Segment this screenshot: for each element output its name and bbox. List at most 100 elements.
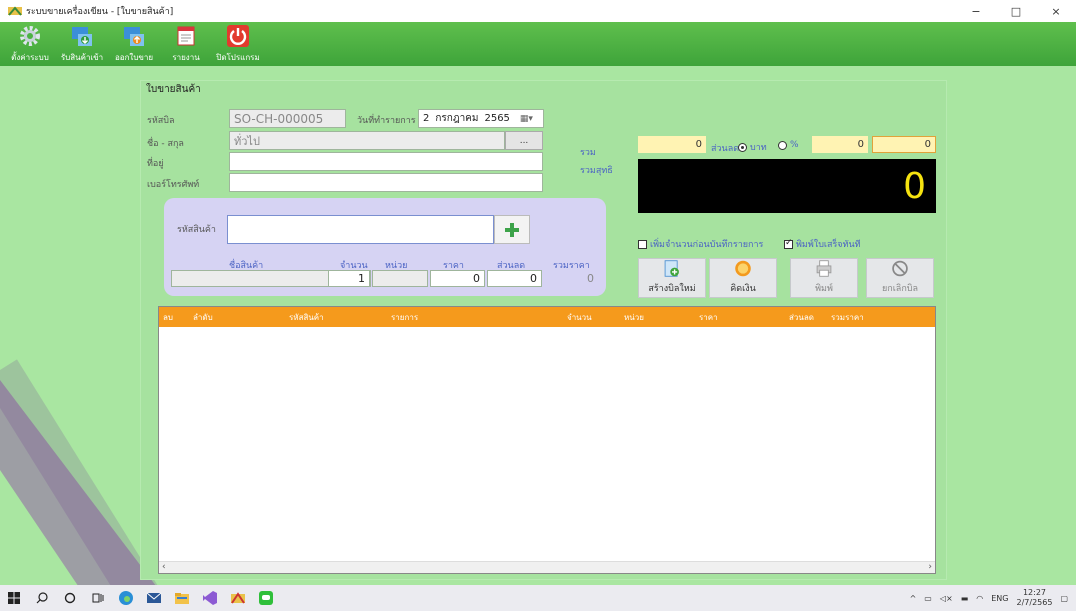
language-indicator[interactable]: ENG [991, 594, 1008, 603]
item-discount-input[interactable]: 0 [487, 270, 542, 287]
taskbar: ^ ▭ ◁× ▬ ◠ ENG 12:27 2/7/2565 ▢ [0, 585, 1076, 611]
discount-label: ส่วนลด [711, 144, 740, 154]
col-description[interactable]: รายการ [387, 307, 563, 327]
edge-app[interactable] [112, 585, 140, 611]
plus-icon [505, 222, 519, 237]
wifi-icon[interactable]: ◠ [976, 594, 983, 603]
visual-studio-icon [203, 591, 217, 605]
sales-bill-button[interactable]: ออกใบขาย [108, 22, 160, 66]
scroll-right-arrow[interactable]: › [928, 562, 932, 572]
gear-icon [20, 26, 40, 46]
task-view-button[interactable] [84, 585, 112, 611]
checkout-button[interactable]: คิดเงิน [709, 258, 777, 298]
title-bar: ระบบขายเครื่องเขียน - [ใบขายสินค้า] − □ … [0, 0, 1076, 22]
cancel-bill-label: ยกเลิกบิล [882, 284, 918, 294]
discount-baht-radio[interactable]: บาท [738, 140, 767, 154]
checkout-label: คิดเงิน [730, 284, 756, 294]
start-button[interactable] [0, 585, 28, 611]
mail-app[interactable] [140, 585, 168, 611]
item-total-value: 0 [587, 272, 594, 285]
clock[interactable]: 12:27 2/7/2565 [1017, 588, 1053, 608]
clock-time: 12:27 [1022, 588, 1046, 597]
qty-value: 1 [358, 272, 365, 285]
settings-button[interactable]: ตั้งค่าระบบ [4, 22, 56, 66]
app-icon [8, 6, 22, 16]
settings-label: ตั้งค่าระบบ [11, 53, 49, 62]
col-total[interactable]: รวมราคา [827, 307, 917, 327]
report-icon [177, 26, 195, 46]
col-delete[interactable]: ลบ [159, 307, 181, 327]
items-grid[interactable]: ลบ ลำดับ รหัสสินค้า รายการ จำนวน หน่วย ร… [158, 306, 936, 574]
sales-bill-label: ออกใบขาย [114, 53, 154, 62]
phone-label: เบอร์โทรศัพท์ [147, 180, 200, 190]
col-order[interactable]: ลำดับ [181, 307, 285, 327]
col-discount[interactable]: ส่วนลด [785, 307, 827, 327]
discount-percent-radio[interactable]: % [778, 140, 799, 150]
bill-id-field: SO-CH-000005 [229, 109, 346, 128]
print-now-option[interactable]: พิมพ์ใบเสร็จทันที [784, 237, 861, 251]
col-qty[interactable]: จำนวน [563, 307, 620, 327]
net-total-value: 0 [903, 165, 926, 207]
explorer-app[interactable] [168, 585, 196, 611]
browse-label: ... [519, 135, 529, 146]
discount-amount-field[interactable]: 0 [872, 136, 936, 153]
volume-icon[interactable]: ◁× [940, 594, 953, 603]
add-product-button[interactable] [494, 215, 530, 244]
print-now-label: พิมพ์ใบเสร็จทันที [796, 240, 861, 250]
discount-percent-field[interactable]: 0 [812, 136, 868, 153]
edge-icon [119, 591, 133, 605]
product-code-input[interactable] [227, 215, 494, 244]
date-month: กรกฎาคม [435, 113, 479, 124]
visual-studio-app[interactable] [196, 585, 224, 611]
add-qty-checkbox[interactable] [638, 239, 647, 249]
notification-icon[interactable]: ▢ [1060, 594, 1068, 603]
date-picker[interactable]: 2 กรกฎาคม 2565 ▦▾ [418, 109, 544, 128]
baht-label: บาท [750, 143, 767, 153]
sum-field: 0 [638, 136, 706, 153]
sum-value: 0 [695, 139, 702, 150]
cortana-icon [64, 592, 76, 604]
unit-field [372, 270, 428, 287]
tray-chevron[interactable]: ^ [910, 594, 917, 603]
close-button[interactable]: × [1036, 0, 1076, 22]
sales-bill-icon [124, 27, 144, 46]
report-button[interactable]: รายงาน [160, 22, 212, 66]
address-field[interactable] [229, 152, 543, 171]
stationery-app[interactable] [224, 585, 252, 611]
new-bill-button[interactable]: สร้างบิลใหม่ [638, 258, 706, 298]
battery-icon[interactable]: ▬ [961, 594, 969, 603]
receive-goods-button[interactable]: รับสินค้าเข้า [56, 22, 108, 66]
customer-name-value: ทั่วไป [234, 134, 260, 148]
product-code-label: รหัสสินค้า [177, 225, 216, 235]
cortana-button[interactable] [56, 585, 84, 611]
minimize-button[interactable]: − [956, 0, 996, 22]
power-icon [227, 25, 249, 47]
grid-header: ลบ ลำดับ รหัสสินค้า รายการ จำนวน หน่วย ร… [159, 307, 935, 327]
col-price[interactable]: ราคา [695, 307, 785, 327]
print-now-checkbox[interactable] [784, 238, 793, 249]
phone-field[interactable] [229, 173, 543, 192]
calendar-icon[interactable]: ▦▾ [520, 114, 533, 124]
network-icon[interactable]: ▭ [924, 594, 932, 603]
col-unit[interactable]: หน่วย [620, 307, 695, 327]
print-button[interactable]: พิมพ์ [790, 258, 858, 298]
print-label: พิมพ์ [815, 284, 833, 294]
horizontal-scrollbar[interactable]: ‹ › [159, 561, 935, 573]
new-bill-label: สร้างบิลใหม่ [648, 284, 696, 294]
exit-button[interactable]: ปิดโปรแกรม [212, 22, 264, 66]
search-button[interactable] [28, 585, 56, 611]
qty-input[interactable]: 1 [328, 270, 370, 287]
line-app[interactable] [252, 585, 280, 611]
maximize-button[interactable]: □ [996, 0, 1036, 22]
new-document-icon [664, 260, 679, 277]
scroll-left-arrow[interactable]: ‹ [162, 562, 166, 572]
clock-date: 2/7/2565 [1016, 598, 1053, 607]
cancel-bill-button[interactable]: ยกเลิกบิล [866, 258, 934, 298]
windows-icon [8, 592, 20, 604]
coin-icon [735, 260, 751, 277]
col-product-code[interactable]: รหัสสินค้า [285, 307, 387, 327]
add-qty-label: เพิ่มจำนวนก่อนบันทึกรายการ [650, 240, 764, 250]
price-input[interactable]: 0 [430, 270, 485, 287]
add-qty-option[interactable]: เพิ่มจำนวนก่อนบันทึกรายการ [638, 237, 763, 251]
browse-customer-button[interactable]: ... [505, 131, 543, 150]
